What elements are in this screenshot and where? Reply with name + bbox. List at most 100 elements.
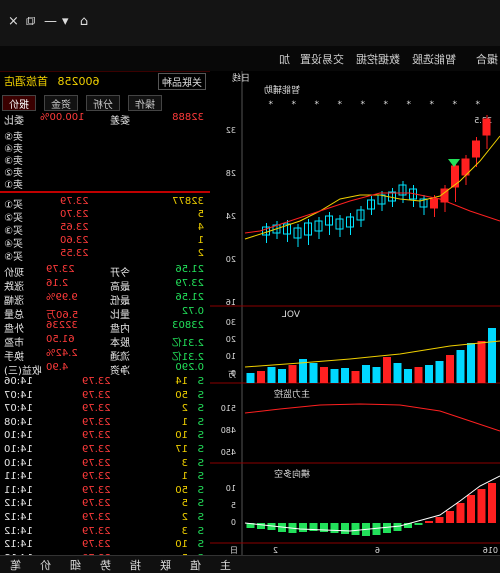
- signal-star: *: [268, 100, 273, 110]
- bottom-tab[interactable]: 联: [160, 557, 171, 573]
- tab-analysis[interactable]: 分析: [86, 95, 120, 111]
- tick-row: 14:12 23.79 5 S: [4, 498, 204, 510]
- restore-icon[interactable]: ⧉: [26, 14, 35, 29]
- macd-bar: [477, 489, 486, 523]
- y-tick-label: 20: [226, 255, 236, 264]
- tab-quote[interactable]: 报价: [2, 95, 36, 111]
- title-bar: × ⧉ — ▾ ⌂: [0, 0, 500, 47]
- stock-code: 600258: [57, 75, 100, 88]
- vol-tick-label: 20: [226, 335, 236, 344]
- stock-name: 首旅酒店: [4, 75, 48, 88]
- chart-area: 日线智能辅助VOL主力监控横向多空33.532282420163020100万5…: [210, 71, 500, 555]
- sell-row: 卖①: [4, 180, 23, 191]
- menu-item[interactable]: 加: [279, 51, 290, 67]
- signal-star: *: [337, 100, 342, 110]
- tick-row: 14:07 23.79 50 S: [4, 389, 204, 401]
- candle-body: [472, 140, 480, 158]
- volume-bar: [351, 371, 360, 383]
- volume-bar: [362, 365, 370, 383]
- signal-star: *: [314, 100, 319, 110]
- stat-row: 涨跌 2.16 最高 23.79: [4, 278, 204, 293]
- volume-bar: [425, 365, 433, 383]
- weibi-row: 委比 100.00% 委差 32888: [4, 112, 204, 127]
- tab-fund[interactable]: 资金: [44, 95, 78, 111]
- volume-bar: [267, 367, 276, 383]
- tab-operation[interactable]: 操作: [128, 95, 162, 111]
- bottom-tab[interactable]: 指: [130, 557, 141, 573]
- macd-bar: [488, 483, 496, 523]
- flow-tick-label: 450: [221, 448, 236, 457]
- close-icon[interactable]: ×: [8, 14, 19, 29]
- bottom-tab[interactable]: 值: [190, 557, 201, 573]
- candle-body: [430, 198, 438, 209]
- bottom-tab[interactable]: 笔: [10, 557, 21, 573]
- flow-tick-label: 510: [221, 404, 236, 413]
- menu-item[interactable]: 撮合: [476, 51, 498, 67]
- macd-bar: [456, 503, 465, 523]
- volume-bar: [309, 363, 318, 383]
- volume-bar: [372, 367, 381, 383]
- stat-row: 涨幅 9.99% 最低 21.56: [4, 292, 204, 307]
- macd-bar: [435, 517, 444, 523]
- menu-item[interactable]: 交易设置: [300, 51, 344, 67]
- vol-title: VOL: [282, 310, 300, 320]
- volume-bar: [435, 361, 444, 383]
- stat-row: 市盈 61.50 股本 2.31亿: [4, 334, 204, 349]
- macd-bar: [320, 523, 328, 532]
- signal-star: *: [360, 100, 365, 110]
- bottom-tab[interactable]: 价: [40, 557, 51, 573]
- volume-bar: [383, 357, 391, 383]
- bottom-tab[interactable]: 势: [100, 557, 111, 573]
- volume-bar: [246, 373, 255, 383]
- volume-bar: [477, 341, 486, 383]
- stat-row: 换手 2.42% 流通 2.31亿: [4, 348, 204, 363]
- volume-bar: [257, 371, 265, 383]
- divider: [0, 191, 210, 193]
- macd-bar: [414, 523, 423, 525]
- volume-bar: [446, 355, 454, 383]
- signal-star: *: [291, 100, 296, 110]
- related-button[interactable]: 关联品种: [158, 73, 206, 90]
- menu-item[interactable]: 智能选股: [412, 51, 456, 67]
- kline-chart[interactable]: 日线智能辅助VOL主力监控横向多空33.532282420163020100万5…: [210, 71, 500, 555]
- tick-row: 14:12 23.79 3 S: [4, 525, 204, 537]
- stat-row: 现价 23.79 今开 21.56: [4, 264, 204, 279]
- volume-bar: [404, 369, 412, 383]
- menu-arrow-icon[interactable]: ▾: [62, 14, 69, 29]
- y-tick-label: 16: [226, 298, 236, 307]
- candle-body: [482, 118, 491, 136]
- macd-tick-label: 0: [231, 518, 236, 527]
- x-axis-label: 016: [483, 546, 498, 555]
- bottom-tab[interactable]: 主: [220, 557, 231, 573]
- menu-item[interactable]: 数据挖掘: [356, 51, 400, 67]
- signal-star: *: [475, 100, 480, 110]
- signal-star: *: [429, 100, 434, 110]
- quote-panel: 600258 首旅酒店 关联品种 报价 资金 分析 操作 委比 100.00% …: [0, 71, 211, 564]
- macd-bar: [425, 521, 433, 523]
- bottom-tab[interactable]: 细: [70, 557, 81, 573]
- minimize-icon[interactable]: —: [44, 14, 57, 29]
- volume-bar: [393, 363, 402, 383]
- buy-row: 买① 23.79 32877: [4, 196, 204, 211]
- candle-body: [451, 165, 459, 188]
- home-icon[interactable]: ⌂: [80, 14, 88, 29]
- menu-bar: 撮合 智能选股 数据挖掘 交易设置 加: [0, 46, 500, 72]
- main-chart-subtitle: 智能辅助: [264, 84, 300, 96]
- tick-row: 14:10 23.79 17 S: [4, 444, 204, 455]
- app-root: × ⧉ — ▾ ⌂ 撮合 智能选股 数据挖掘 交易设置 加 600258 首旅酒…: [0, 0, 500, 573]
- volume-bar: [320, 367, 328, 383]
- macd-title: 横向多空: [274, 468, 310, 480]
- macd-bar: [257, 523, 265, 529]
- tick-row: 14:10 23.79 10 S: [4, 430, 204, 442]
- x-axis-label: 日: [230, 546, 238, 555]
- macd-bar: [446, 511, 454, 523]
- signal-star: *: [383, 100, 388, 110]
- volume-bar: [278, 369, 286, 383]
- signal-star: *: [406, 100, 411, 110]
- macd-bar: [351, 523, 360, 535]
- chart-background: [210, 71, 500, 555]
- signal-star: *: [452, 100, 457, 110]
- macd-bar: [330, 523, 339, 533]
- tick-row: 14:12 23.79 10 S: [4, 539, 204, 551]
- tick-row: 14:07 23.79 2 S: [4, 403, 204, 415]
